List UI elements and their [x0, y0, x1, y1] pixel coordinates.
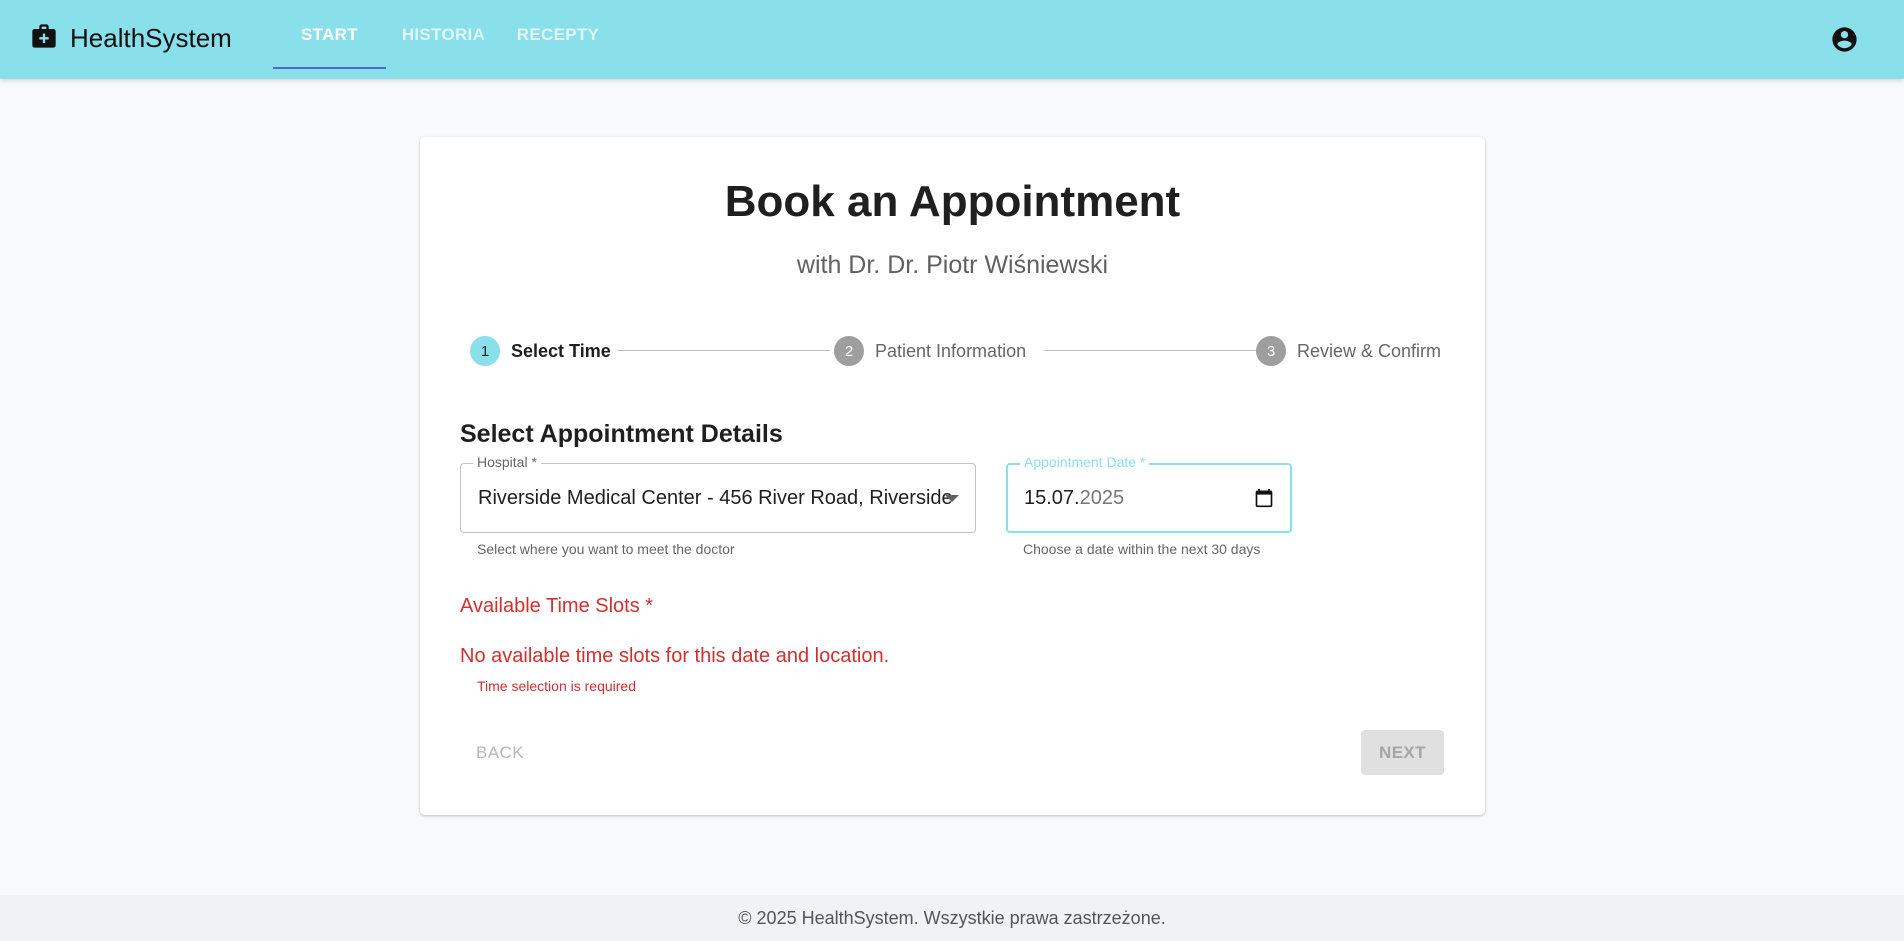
booking-stepper: 1 Select Time 2 Patient Information 3 Re…: [470, 335, 1441, 367]
account-circle-icon[interactable]: [1830, 25, 1859, 54]
main-nav: START HISTORIA RECEPTY: [273, 0, 615, 79]
tab-start[interactable]: START: [273, 0, 386, 69]
step-connector: [618, 350, 830, 351]
step-connector: [1044, 350, 1256, 351]
step-label: Review & Confirm: [1297, 340, 1442, 361]
brand-name: HealthSystem: [70, 23, 232, 53]
step-select-time: 1 Select Time: [470, 335, 611, 367]
booking-card: Book an Appointment with Dr. Dr. Piotr W…: [420, 137, 1485, 815]
no-slots-message: No available time slots for this date an…: [460, 645, 890, 667]
copyright-text: © 2025 HealthSystem. Wszystkie prawa zas…: [738, 907, 1166, 928]
back-button[interactable]: BACK: [460, 730, 540, 775]
date-label: Appointment Date *: [1020, 454, 1150, 470]
appointment-date-input[interactable]: Appointment Date * 15.07.2025: [1006, 454, 1292, 533]
section-title: Select Appointment Details: [460, 420, 783, 448]
brand[interactable]: HealthSystem: [30, 22, 232, 55]
hospital-helper-text: Select where you want to meet the doctor: [477, 541, 735, 557]
step-review-confirm: 3 Review & Confirm: [1256, 335, 1441, 367]
step-number: 1: [470, 336, 500, 366]
date-value: 15.07.2025: [1024, 487, 1124, 510]
page-title: Book an Appointment: [724, 177, 1181, 226]
date-day-month: 15.07.: [1024, 487, 1080, 509]
next-button[interactable]: NEXT: [1361, 730, 1444, 775]
doctor-subtitle: with Dr. Dr. Piotr Wiśniewski: [796, 251, 1109, 279]
hospital-select[interactable]: Hospital * Riverside Medical Center - 45…: [460, 454, 976, 533]
calendar-icon[interactable]: [1254, 488, 1274, 508]
step-number: 3: [1256, 336, 1286, 366]
step-patient-information: 2 Patient Information: [834, 335, 1026, 367]
time-slots-title: Available Time Slots *: [460, 595, 654, 617]
footer: © 2025 HealthSystem. Wszystkie prawa zas…: [0, 895, 1904, 941]
medical-briefcase-icon: [30, 22, 58, 55]
tab-recepty[interactable]: RECEPTY: [501, 0, 615, 69]
date-helper-text: Choose a date within the next 30 days: [1023, 541, 1261, 557]
step-label: Select Time: [511, 340, 611, 361]
step-label: Patient Information: [875, 340, 1027, 361]
chevron-down-icon[interactable]: [945, 495, 959, 502]
app-bar: HealthSystem START HISTORIA RECEPTY: [0, 0, 1904, 79]
step-number: 2: [834, 336, 864, 366]
time-required-error: Time selection is required: [477, 678, 636, 694]
hospital-label: Hospital *: [473, 454, 541, 470]
date-year: 2025: [1079, 487, 1125, 509]
hospital-value: Riverside Medical Center - 456 River Roa…: [478, 487, 953, 509]
tab-historia[interactable]: HISTORIA: [386, 0, 501, 69]
